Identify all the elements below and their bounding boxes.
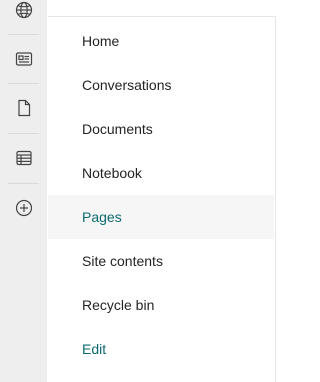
- nav-item-label: Recycle bin: [82, 297, 155, 313]
- site-navigation-panel: Home Conversations Documents Notebook Pa…: [48, 16, 276, 382]
- edit-link[interactable]: Edit: [48, 327, 274, 371]
- globe-button[interactable]: [0, 0, 47, 30]
- list-button[interactable]: [0, 138, 47, 178]
- list-icon: [14, 148, 34, 168]
- nav-item-label: Home: [82, 33, 120, 49]
- left-app-rail: [0, 0, 47, 382]
- add-button[interactable]: [0, 188, 47, 228]
- nav-item-label: Documents: [82, 121, 153, 137]
- nav-item-conversations[interactable]: Conversations: [48, 63, 274, 107]
- nav-item-site-contents[interactable]: Site contents: [48, 239, 274, 283]
- nav-item-pages[interactable]: Pages: [48, 195, 274, 239]
- nav-item-label: Conversations: [82, 77, 172, 93]
- globe-icon: [14, 0, 34, 20]
- nav-item-label: Notebook: [82, 165, 142, 181]
- nav-item-documents[interactable]: Documents: [48, 107, 274, 151]
- page-button[interactable]: [0, 88, 47, 128]
- news-icon: [14, 49, 34, 69]
- edit-link-label: Edit: [82, 341, 107, 357]
- nav-item-home[interactable]: Home: [48, 19, 274, 63]
- add-circle-icon: [14, 198, 34, 218]
- rail-divider: [8, 133, 39, 134]
- nav-item-label: Pages: [82, 209, 122, 225]
- rail-divider: [8, 83, 39, 84]
- news-button[interactable]: [0, 39, 47, 79]
- rail-divider: [8, 34, 39, 35]
- nav-item-notebook[interactable]: Notebook: [48, 151, 274, 195]
- rail-divider: [8, 183, 39, 184]
- app-window: Home Conversations Documents Notebook Pa…: [0, 0, 292, 382]
- nav-item-recycle-bin[interactable]: Recycle bin: [48, 283, 274, 327]
- nav-item-label: Site contents: [82, 253, 163, 269]
- page-icon: [14, 98, 34, 118]
